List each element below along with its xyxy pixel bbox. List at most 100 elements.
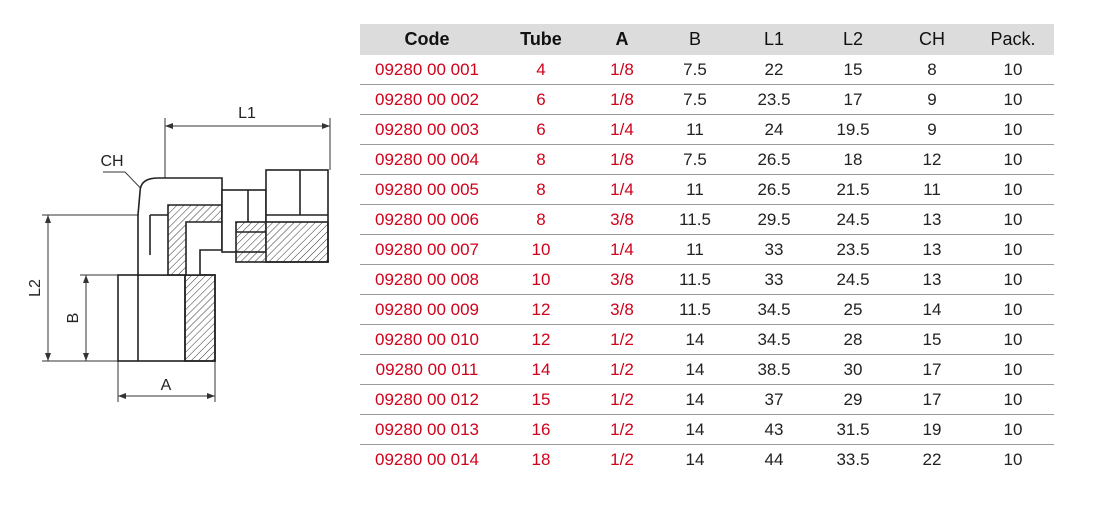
label-l1: L1 (238, 105, 256, 122)
cell-ch: 13 (892, 264, 972, 295)
cell-l1: 37 (734, 384, 814, 415)
table-row: 09280 00 011 14 1/2 14 38.5 30 17 10 (360, 354, 1054, 385)
cell-a: 1/4 (588, 114, 656, 145)
cell-tube: 10 (494, 264, 588, 295)
cell-tube: 15 (494, 384, 588, 415)
cell-code: 09280 00 013 (360, 414, 494, 445)
cell-pack: 10 (972, 264, 1054, 295)
cell-l1: 26.5 (734, 144, 814, 175)
cell-code: 09280 00 003 (360, 114, 494, 145)
header-l1: L1 (734, 24, 814, 55)
cell-pack: 10 (972, 294, 1054, 325)
cell-l2: 29 (814, 384, 892, 415)
cell-code: 09280 00 007 (360, 234, 494, 265)
table-row: 09280 00 010 12 1/2 14 34.5 28 15 10 (360, 324, 1054, 355)
cell-pack: 10 (972, 174, 1054, 205)
label-b: B (65, 313, 82, 324)
cell-tube: 4 (494, 55, 588, 85)
cell-code: 09280 00 010 (360, 324, 494, 355)
cell-l2: 21.5 (814, 174, 892, 205)
cell-b: 7.5 (656, 55, 734, 85)
cell-b: 14 (656, 354, 734, 385)
cell-b: 7.5 (656, 84, 734, 115)
cell-l2: 33.5 (836, 449, 870, 469)
cell-a: 1/8 (588, 144, 656, 175)
table-row: 09280 00 001 4 1/8 7.5 22 15 8 10 (360, 55, 1054, 85)
cell-ch: 22 (922, 449, 942, 469)
label-l2: L2 (27, 279, 44, 297)
cell-a: 1/2 (588, 354, 656, 385)
cell-l1: 29.5 (734, 204, 814, 235)
cell-b: 11 (656, 174, 734, 205)
cell-l1: 34.5 (734, 324, 814, 355)
cell-ch: 15 (892, 324, 972, 355)
cell-code: 09280 00 001 (360, 55, 494, 85)
cell-b: 14 (656, 384, 734, 415)
cell-l1: 43 (734, 414, 814, 445)
cell-a: 3/8 (588, 294, 656, 325)
cell-ch: 11 (892, 174, 972, 205)
cell-code: 09280 00 009 (360, 294, 494, 325)
cell-b: 14 (656, 324, 734, 355)
cell-tube: 12 (494, 324, 588, 355)
cell-a: 1/4 (588, 234, 656, 265)
cell-l1: 24 (734, 114, 814, 145)
cell-ch: 17 (892, 354, 972, 385)
cell-tube: 10 (494, 234, 588, 265)
cell-tube: 6 (494, 114, 588, 145)
cell-l1: 33 (734, 264, 814, 295)
cell-b: 11.5 (656, 294, 734, 325)
table-header-row: Code Tube A B L1 L2 CH Pack. (360, 24, 1054, 55)
cell-pack: 10 (972, 384, 1054, 415)
cell-pack: 10 (972, 234, 1054, 265)
dimension-a: A (117, 361, 216, 402)
cell-a: 1/4 (588, 174, 656, 205)
cell-a: 1/2 (588, 324, 656, 355)
cell-code: 09280 00 012 (360, 384, 494, 415)
cell-l2: 31.5 (814, 414, 892, 445)
table-row: 09280 00 005 8 1/4 11 26.5 21.5 11 10 (360, 174, 1054, 205)
cell-a: 1/2 (588, 414, 656, 445)
label-ch: CH (100, 153, 123, 170)
cell-pack: 10 (972, 144, 1054, 175)
cell-tube: 12 (494, 294, 588, 325)
cell-ch: 14 (892, 294, 972, 325)
table-row: 09280 00 013 16 1/2 14 43 31.5 19 10 (360, 414, 1054, 445)
cell-l1: 23.5 (734, 84, 814, 115)
header-ch: CH (892, 24, 972, 55)
cell-l2: 19.5 (814, 114, 892, 145)
cell-code: 09280 00 014 (375, 449, 479, 469)
cell-pack: 10 (972, 84, 1054, 115)
cell-pack: 10 (972, 414, 1054, 445)
cell-pack: 10 (972, 55, 1054, 85)
cell-code: 09280 00 008 (360, 264, 494, 295)
header-tube: Tube (494, 24, 588, 55)
cell-code: 09280 00 002 (360, 84, 494, 115)
header-code: Code (360, 24, 494, 55)
cell-l2: 24.5 (814, 264, 892, 295)
cell-code: 09280 00 006 (360, 204, 494, 235)
cell-tube: 8 (494, 204, 588, 235)
cell-a: 1/2 (588, 384, 656, 415)
label-a: A (161, 377, 172, 394)
cell-l1: 33 (734, 234, 814, 265)
cell-l2: 15 (814, 55, 892, 85)
cell-ch: 13 (892, 234, 972, 265)
cell-tube: 8 (494, 144, 588, 175)
cell-code: 09280 00 011 (360, 354, 494, 385)
cell-l2: 18 (814, 144, 892, 175)
cell-tube: 14 (494, 354, 588, 385)
cell-ch: 19 (892, 414, 972, 445)
cell-code: 09280 00 005 (360, 174, 494, 205)
cell-l1: 26.5 (734, 174, 814, 205)
cell-l1: 38.5 (734, 354, 814, 385)
fitting-body (117, 169, 329, 362)
cell-b: 14 (656, 414, 734, 445)
cell-code: 09280 00 004 (360, 144, 494, 175)
cell-l2: 30 (814, 354, 892, 385)
table-row: 09280 00 006 8 3/8 11.5 29.5 24.5 13 10 (360, 204, 1054, 235)
header-b: B (656, 24, 734, 55)
cell-tube: 8 (494, 174, 588, 205)
cell-pack: 10 (972, 204, 1054, 235)
cell-b: 11.5 (656, 204, 734, 235)
